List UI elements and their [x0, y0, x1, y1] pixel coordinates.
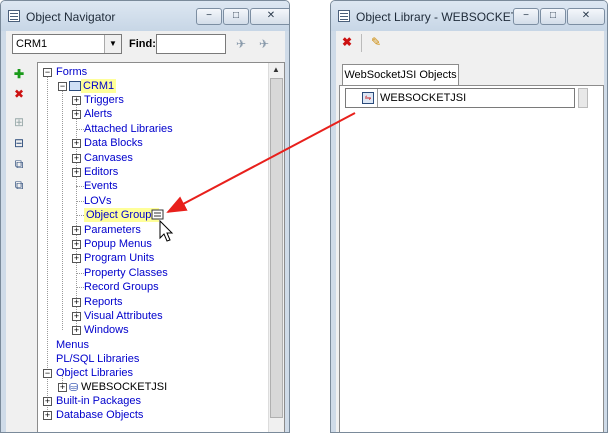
tree-node-program-units[interactable]: Program Units: [84, 251, 154, 265]
navigator-tree-panel: − Forms − CRM1 + Triggers + Alerts Attached …: [37, 62, 285, 432]
module-collapse-toggle[interactable]: −: [58, 82, 67, 91]
object-type-icon: ⇋: [362, 92, 374, 104]
tree-node-canvases[interactable]: Canvases: [84, 151, 133, 165]
collapse-all-icon[interactable]: ⧉: [10, 176, 28, 194]
builtin-packages-expand-toggle[interactable]: +: [43, 397, 52, 406]
tree-toggle-popup-menus[interactable]: +: [72, 240, 81, 249]
search-forward-icon[interactable]: ✈: [232, 35, 250, 53]
module-select-value: CRM1: [16, 38, 48, 50]
tree-node-module[interactable]: CRM1: [81, 79, 117, 93]
library-minimize-button[interactable]: −: [513, 8, 539, 25]
vertical-toolbar: ✚ ✖ ⊞ ⊟ ⧉ ⧉: [6, 61, 32, 432]
tree-connector: [76, 186, 84, 188]
tree-node-reports[interactable]: Reports: [84, 295, 123, 309]
object-navigator-window: Object Navigator − □ ✕ CRM1 ▼ Find: ✈ ✈ …: [0, 0, 290, 433]
navigator-title: Object Navigator: [26, 10, 116, 24]
tree-node-database-objects[interactable]: Database Objects: [56, 408, 143, 422]
minimize-button[interactable]: −: [196, 8, 222, 25]
scroll-thumb[interactable]: [270, 78, 283, 418]
edit-comment-icon[interactable]: ✎: [367, 33, 385, 51]
tree-node-popup-menus[interactable]: Popup Menus: [84, 237, 152, 251]
delete-icon[interactable]: ✖: [338, 33, 356, 51]
delete-icon[interactable]: ✖: [10, 85, 28, 103]
tree-node-builtin-packages[interactable]: Built-in Packages: [56, 394, 141, 408]
toolbar-separator: [361, 34, 362, 52]
tree-node-windows[interactable]: Windows: [84, 323, 129, 337]
library-tab-panel: ⇋ WEBSOCKETJSI: [339, 85, 604, 432]
library-maximize-button[interactable]: □: [540, 8, 566, 25]
tree-node-alerts[interactable]: Alerts: [84, 107, 112, 121]
item-divider: [377, 89, 378, 107]
tree-toggle-triggers[interactable]: +: [72, 96, 81, 105]
library-object-name: WEBSOCKETJSI: [380, 92, 467, 104]
library-title: Object Library - WEBSOCKETJSI: [356, 10, 536, 24]
tree-toggle-alerts[interactable]: +: [72, 110, 81, 120]
chevron-down-icon[interactable]: ▼: [104, 35, 121, 53]
tree-toggle-editors[interactable]: +: [72, 168, 81, 177]
tree-scrollbar[interactable]: ▲: [268, 63, 284, 432]
search-backward-icon[interactable]: ✈: [255, 35, 273, 53]
tree-node-object-groups[interactable]: Object Groups: [84, 208, 159, 223]
tree-node-menus[interactable]: Menus: [56, 338, 89, 352]
tree-connector: [76, 128, 84, 130]
library-titlebar[interactable]: Object Library - WEBSOCKETJSI − □ ✕: [331, 1, 607, 31]
tree-toggle-parameters[interactable]: +: [72, 225, 81, 235]
expand-icon[interactable]: ⊞: [10, 113, 28, 131]
maximize-button[interactable]: □: [223, 8, 249, 25]
library-expand-toggle[interactable]: +: [58, 383, 67, 392]
database-objects-expand-toggle[interactable]: +: [43, 411, 52, 420]
tree-toggle-data-blocks[interactable]: +: [72, 139, 81, 149]
tree-node-data-blocks[interactable]: Data Blocks: [84, 136, 143, 150]
library-client: ✖ ✎ WebSocketJSI Objects ⇋ WEBSOCKETJSI: [336, 31, 604, 432]
tree-node-forms[interactable]: Forms: [56, 65, 87, 79]
object-library-window: Object Library - WEBSOCKETJSI − □ ✕ ✖ ✎ …: [330, 0, 608, 433]
scroll-up-icon[interactable]: ▲: [269, 63, 283, 77]
tree-node-plsql-libraries[interactable]: PL/SQL Libraries: [56, 352, 139, 366]
tree-node-parameters[interactable]: Parameters: [84, 223, 141, 237]
navigator-window-icon: [8, 10, 20, 22]
tree-node-object-libraries[interactable]: Object Libraries: [56, 366, 133, 380]
tree-node-triggers[interactable]: Triggers: [84, 93, 124, 107]
tree-connector: [76, 287, 84, 289]
find-label: Find:: [129, 38, 156, 50]
item-end-marker: [578, 88, 588, 108]
tree-connector: [76, 215, 84, 217]
tree-node-editors[interactable]: Editors: [84, 165, 118, 179]
object-tree: − Forms − CRM1 + Triggers + Alerts Attached …: [38, 63, 284, 432]
object-library-icon: ⛁: [69, 382, 79, 394]
tree-toggle-windows[interactable]: +: [72, 326, 81, 336]
library-close-button[interactable]: ✕: [567, 8, 605, 25]
library-window-icon: [338, 10, 350, 22]
tree-toggle-visual-attributes[interactable]: +: [72, 312, 81, 321]
collapse-icon[interactable]: ⊟: [10, 134, 28, 152]
tree-toggle-reports[interactable]: +: [72, 297, 81, 307]
close-button[interactable]: ✕: [250, 8, 289, 25]
find-input[interactable]: [156, 34, 226, 54]
tree-node-events[interactable]: Events: [84, 179, 118, 193]
create-icon[interactable]: ✚: [10, 65, 28, 83]
tree-node-library[interactable]: WEBSOCKETJSI: [81, 380, 167, 394]
tree-node-record-groups[interactable]: Record Groups: [84, 280, 159, 294]
tree-connector: [76, 200, 84, 202]
tree-toggle-program-units[interactable]: +: [72, 254, 81, 264]
forms-collapse-toggle[interactable]: −: [43, 68, 52, 77]
navigator-titlebar[interactable]: Object Navigator − □ ✕: [1, 1, 289, 31]
expand-all-icon[interactable]: ⧉: [10, 155, 28, 173]
tree-node-property-classes[interactable]: Property Classes: [84, 266, 168, 280]
navigator-client: CRM1 ▼ Find: ✈ ✈ ✚ ✖ ⊞ ⊟ ⧉ ⧉ − Forms − C…: [6, 31, 285, 432]
form-module-icon: [69, 81, 81, 91]
tree-connector: [76, 272, 84, 274]
tab-websocketjsi-objects[interactable]: WebSocketJSI Objects: [342, 64, 459, 86]
tree-node-visual-attributes[interactable]: Visual Attributes: [84, 309, 163, 323]
tree-node-attached-libraries[interactable]: Attached Libraries: [84, 122, 173, 136]
tree-node-lovs[interactable]: LOVs: [84, 194, 112, 208]
library-object-item[interactable]: ⇋ WEBSOCKETJSI: [345, 88, 575, 108]
object-libraries-collapse-toggle[interactable]: −: [43, 369, 52, 378]
tree-toggle-canvases[interactable]: +: [72, 153, 81, 163]
module-select[interactable]: CRM1 ▼: [12, 34, 122, 54]
